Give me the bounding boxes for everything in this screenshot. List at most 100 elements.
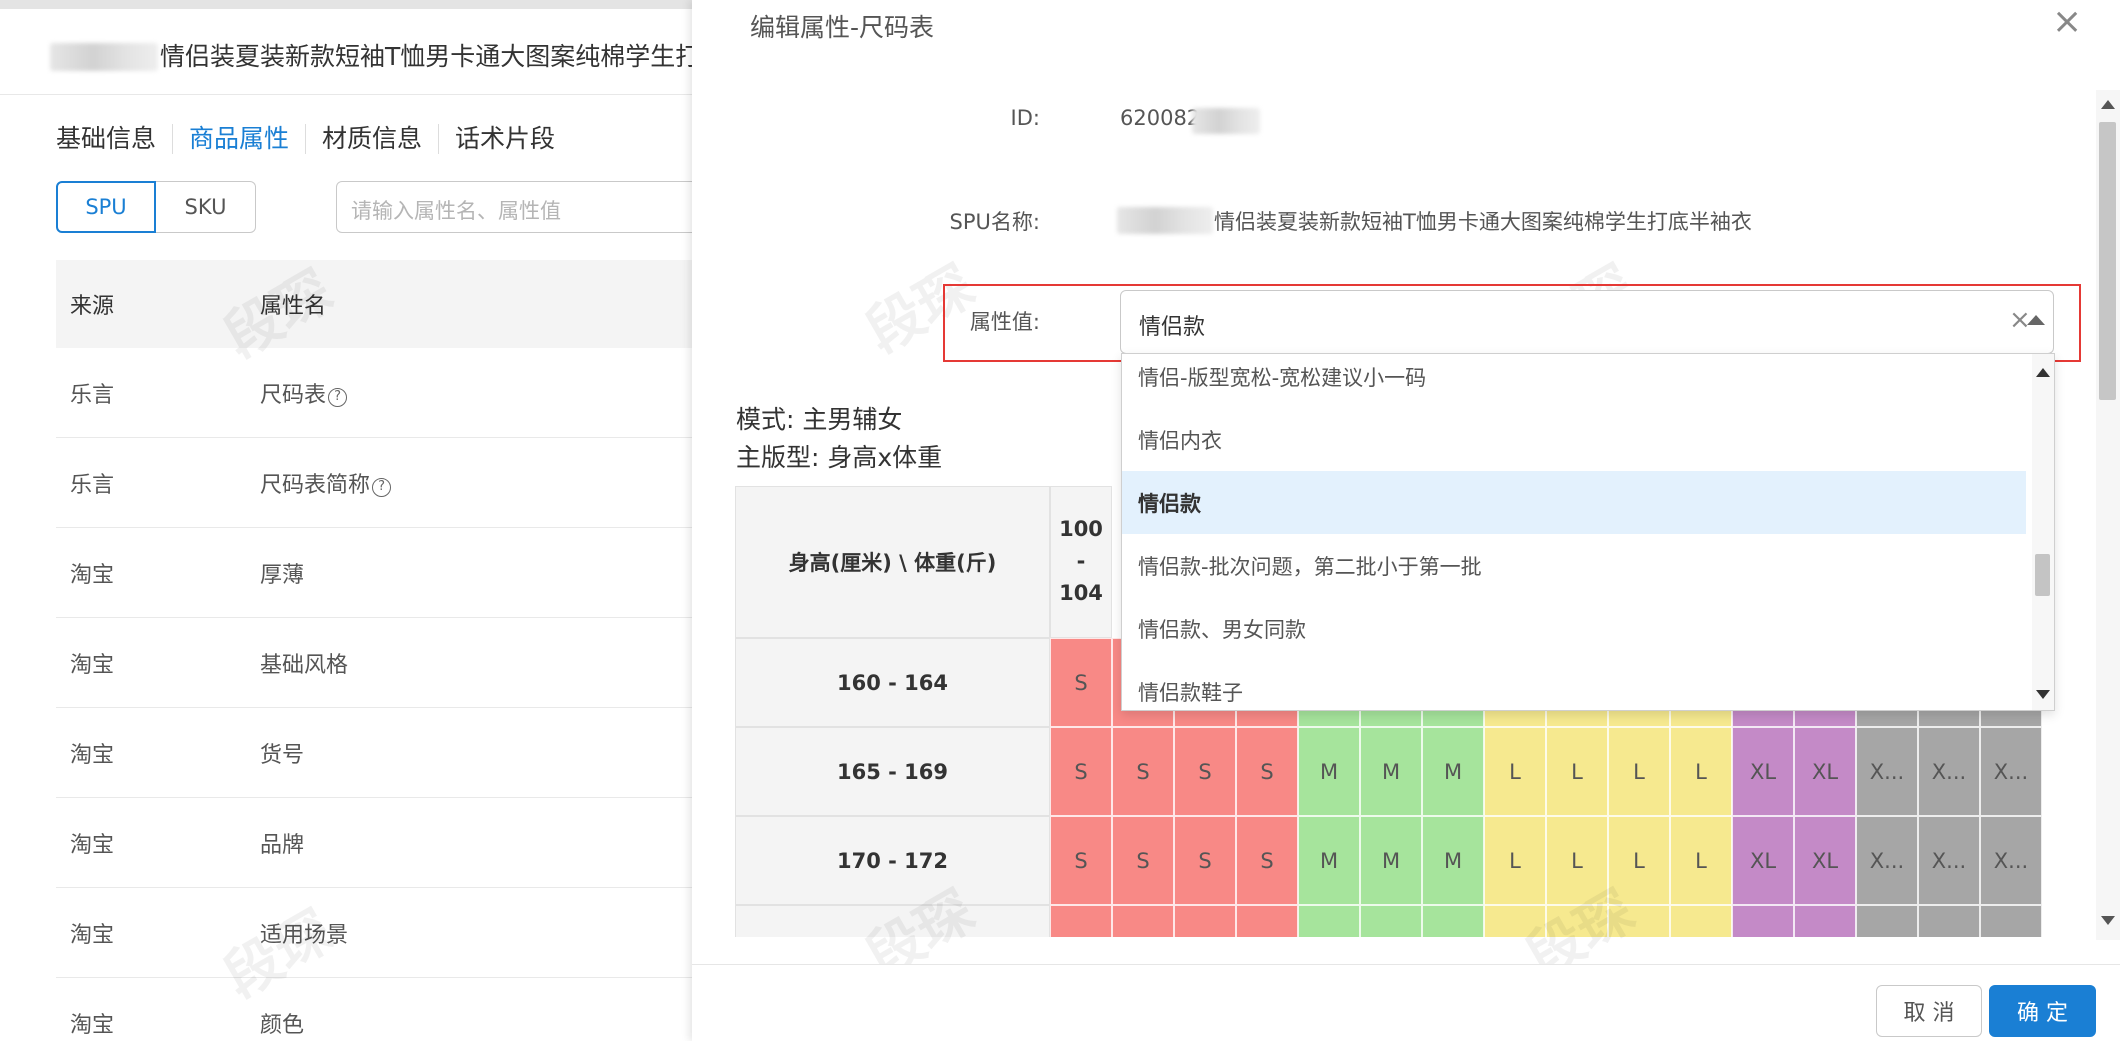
blurred-prefix — [50, 43, 158, 71]
size-cell — [1360, 905, 1422, 937]
size-cell: M — [1360, 816, 1422, 905]
cancel-button[interactable]: 取 消 — [1876, 985, 1982, 1037]
row-attr-name: 厚薄 — [260, 562, 305, 588]
drawer-scroll-thumb[interactable] — [2099, 122, 2116, 400]
caret-up-icon[interactable] — [2027, 315, 2045, 325]
dropdown-scroll-thumb[interactable] — [2035, 554, 2050, 596]
dropdown-option[interactable]: 情侣款鞋子 — [1122, 660, 2026, 710]
size-cell: X... — [1856, 727, 1918, 816]
size-cell: S — [1174, 816, 1236, 905]
dropdown-option[interactable]: 情侣-版型宽松-宽松建议小一码 — [1122, 354, 2026, 408]
size-cell: S — [1050, 816, 1112, 905]
size-cell: X... — [1856, 816, 1918, 905]
select-value: 情侣款 — [1139, 315, 1206, 340]
table-header: 来源 属性名 — [56, 260, 716, 348]
sku-button[interactable]: SKU — [156, 181, 256, 233]
table-row[interactable]: 乐言 尺码表简称? — [56, 438, 716, 528]
size-cell: S — [1236, 727, 1298, 816]
dropdown-option-selected[interactable]: 情侣款 — [1122, 471, 2026, 534]
row-attr-name: 尺码表简称? — [260, 467, 716, 499]
dropdown-option[interactable]: 情侣款-批次问题，第二批小于第一批 — [1122, 534, 2026, 597]
tab-material-info[interactable]: 材质信息 — [305, 124, 438, 154]
size-cell: L — [1608, 816, 1670, 905]
size-cell — [1856, 905, 1918, 937]
top-strip — [0, 0, 700, 9]
header-source: 来源 — [70, 294, 115, 319]
row-attr-name: 品牌 — [260, 832, 305, 858]
size-cell — [1670, 905, 1732, 937]
table-row[interactable]: 淘宝 厚薄 — [56, 528, 716, 618]
attribute-value-select[interactable]: 情侣款 × — [1120, 290, 2054, 354]
size-cell — [1608, 905, 1670, 937]
size-cell: S — [1174, 727, 1236, 816]
spu-sku-toggle: SPU SKU — [56, 181, 256, 233]
size-cell — [1484, 905, 1546, 937]
tab-product-attributes[interactable]: 商品属性 — [172, 124, 305, 154]
row-source: 淘宝 — [70, 742, 115, 768]
size-cell: S — [1050, 727, 1112, 816]
help-icon[interactable]: ? — [372, 477, 392, 497]
row-attr-name: 货号 — [260, 742, 305, 768]
table-row[interactable]: 乐言 尺码表? — [56, 348, 716, 438]
size-cell: M — [1360, 727, 1422, 816]
dropdown-option[interactable]: 情侣内衣 — [1122, 408, 2026, 471]
size-cell — [1112, 905, 1174, 937]
scroll-down-icon[interactable] — [2101, 916, 2115, 925]
size-cell: L — [1546, 816, 1608, 905]
dropdown-option[interactable]: 情侣款、男女同款 — [1122, 597, 2026, 660]
attribute-value-dropdown: 情侣-版型宽松-宽松建议小一码 情侣内衣 情侣款 情侣款-批次问题，第二批小于第… — [1121, 353, 2055, 711]
table-row[interactable]: 淘宝 货号 — [56, 708, 716, 798]
help-icon[interactable]: ? — [328, 387, 348, 407]
size-cell — [1980, 905, 2042, 937]
scroll-down-icon[interactable] — [2036, 690, 2050, 699]
size-cell — [1794, 905, 1856, 937]
size-cell: L — [1484, 816, 1546, 905]
size-cell: X... — [1980, 727, 2042, 816]
row-attr-name: 适用场景 — [260, 922, 349, 948]
height-row-header: 170 - 172 — [735, 816, 1050, 905]
tab-basic-info[interactable]: 基础信息 — [56, 124, 172, 154]
height-row-header: 165 - 169 — [735, 727, 1050, 816]
table-row[interactable]: 淘宝 适用场景 — [56, 888, 716, 978]
height-row-header — [735, 905, 1050, 937]
row-source: 淘宝 — [70, 562, 115, 588]
table-row[interactable]: 淘宝 基础风格 — [56, 618, 716, 708]
size-cell: M — [1298, 727, 1360, 816]
row-source: 淘宝 — [70, 652, 115, 678]
size-cell: M — [1422, 727, 1484, 816]
header-attr-name: 属性名 — [260, 294, 327, 319]
size-cell: S — [1050, 638, 1112, 727]
attribute-tabs: 基础信息 商品属性 材质信息 话术片段 — [56, 124, 571, 154]
size-cell — [1422, 905, 1484, 937]
row-source: 淘宝 — [70, 922, 115, 948]
edit-attribute-drawer: 编辑属性-尺码表 × ID: 620082 SPU名称: 情侣装夏装新款短袖T恤… — [692, 0, 2120, 1041]
table-row[interactable]: 淘宝 品牌 — [56, 798, 716, 888]
dropdown-scrollbar[interactable] — [2032, 354, 2054, 710]
row-attr-name: 基础风格 — [260, 652, 349, 678]
size-table-corner: 身高(厘米) \ 体重(斤) — [735, 486, 1050, 638]
size-cell — [1298, 905, 1360, 937]
spu-button[interactable]: SPU — [56, 181, 156, 233]
size-cell: X... — [1918, 816, 1980, 905]
size-cell: L — [1546, 727, 1608, 816]
size-cell: XL — [1732, 727, 1794, 816]
search-placeholder: 请输入属性名、属性值 — [351, 199, 561, 223]
size-cell — [1732, 905, 1794, 937]
size-cell: X... — [1918, 727, 1980, 816]
attribute-search-input[interactable]: 请输入属性名、属性值 — [336, 181, 716, 233]
confirm-button[interactable]: 确 定 — [1989, 985, 2096, 1037]
size-cell — [1174, 905, 1236, 937]
size-cell — [1050, 905, 1112, 937]
scroll-up-icon[interactable] — [2101, 100, 2115, 109]
size-cell: S — [1112, 727, 1174, 816]
close-icon[interactable]: × — [2052, 4, 2082, 40]
tab-script-snippets[interactable]: 话术片段 — [438, 124, 571, 154]
size-cell: M — [1298, 816, 1360, 905]
table-row[interactable]: 淘宝 颜色 — [56, 978, 716, 1041]
size-cell: XL — [1794, 727, 1856, 816]
size-cell: XL — [1794, 816, 1856, 905]
size-cell: L — [1670, 816, 1732, 905]
scroll-up-icon[interactable] — [2036, 368, 2050, 377]
size-cell — [1918, 905, 1980, 937]
product-title: 情侣装夏装新款短袖T恤男卡通大图案纯棉学生打 — [160, 42, 701, 71]
